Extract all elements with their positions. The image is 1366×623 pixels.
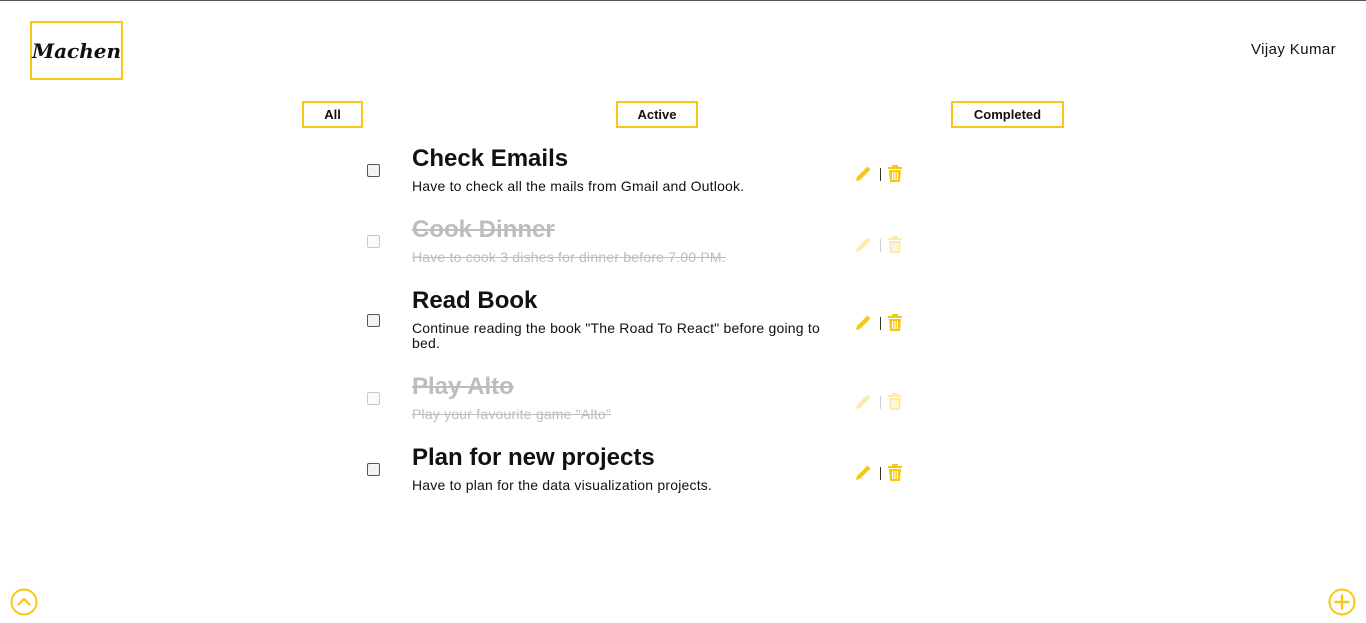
user-name[interactable]: Vijay Kumar	[1251, 41, 1336, 58]
todo-title: Plan for new projects	[412, 444, 655, 471]
trash-icon[interactable]	[887, 393, 903, 411]
pencil-icon[interactable]	[854, 464, 872, 482]
todo-checkbox[interactable]	[367, 392, 380, 405]
todo-title: Play Alto	[412, 373, 514, 400]
todo-description: Have to plan for the data visualization …	[412, 477, 713, 493]
todo-title: Check Emails	[412, 145, 569, 172]
action-divider	[880, 395, 881, 409]
action-divider	[880, 466, 881, 480]
chevron-up-circle-icon[interactable]	[10, 588, 38, 616]
todo-title: Cook Dinner	[412, 216, 555, 243]
todo-description: Have to cook 3 dishes for dinner before …	[412, 249, 726, 265]
todo-checkbox[interactable]	[367, 164, 380, 177]
action-divider	[880, 167, 881, 181]
todo-description: Have to check all the mails from Gmail a…	[412, 178, 745, 194]
action-divider	[880, 316, 881, 330]
filter-active-button[interactable]: Active	[616, 101, 698, 128]
pencil-icon[interactable]	[854, 314, 872, 332]
todo-checkbox[interactable]	[367, 314, 380, 327]
trash-icon[interactable]	[887, 464, 903, 482]
todo-checkbox[interactable]	[367, 235, 380, 248]
trash-icon[interactable]	[887, 236, 903, 254]
todo-description: Continue reading the book "The Road To R…	[412, 320, 820, 351]
logo-text: Machen	[31, 38, 122, 63]
trash-icon[interactable]	[887, 165, 903, 183]
todo-checkbox[interactable]	[367, 463, 380, 476]
pencil-icon[interactable]	[854, 165, 872, 183]
app-logo[interactable]: Machen	[30, 21, 123, 80]
pencil-icon[interactable]	[854, 393, 872, 411]
filter-completed-button[interactable]: Completed	[951, 101, 1064, 128]
trash-icon[interactable]	[887, 314, 903, 332]
todo-title: Read Book	[412, 287, 538, 314]
pencil-icon[interactable]	[854, 236, 872, 254]
action-divider	[880, 238, 881, 252]
plus-circle-icon[interactable]	[1328, 588, 1356, 616]
filter-all-button[interactable]: All	[302, 101, 363, 128]
todo-description: Play your favourite game "Alto"	[412, 406, 612, 422]
